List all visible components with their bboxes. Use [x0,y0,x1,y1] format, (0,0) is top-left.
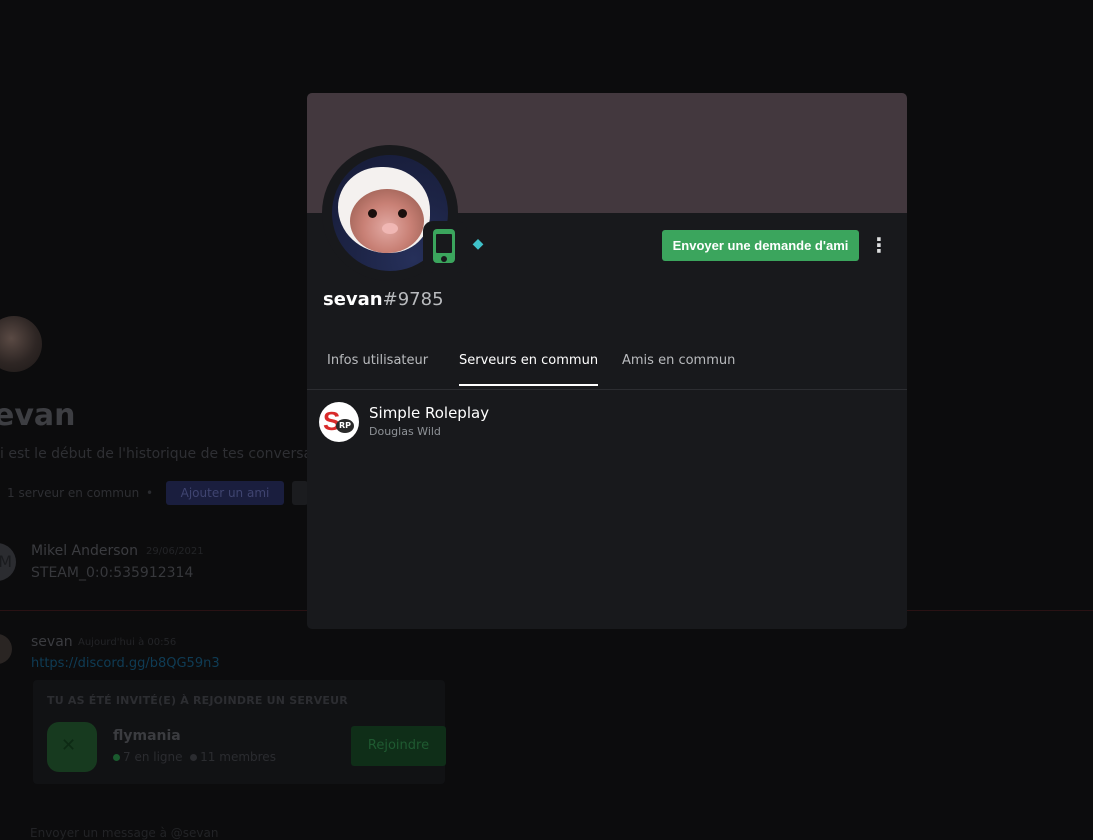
avatar-eye [398,209,407,218]
avatar-face [350,189,424,253]
members-dot-icon [190,754,198,761]
dm-user-avatar [0,316,42,372]
invite-member-count: 11 membres [200,750,276,764]
dm-intro-text: i est le début de l'historique de tes co… [0,446,331,462]
block-button[interactable] [292,481,308,505]
mutual-server-item[interactable]: S RP Simple Roleplay Douglas Wild [319,402,895,442]
message-author[interactable]: Mikel Anderson [31,543,138,559]
profile-tabs: Infos utilisateur Serveurs en commun Ami… [307,349,907,390]
message-avatar[interactable]: M [0,543,16,581]
sword-icon: ✕ [61,735,77,756]
invite-server-icon: ✕ [47,722,97,772]
message-author[interactable]: sevan [31,634,73,650]
invite-online-count: 7 en ligne [123,750,183,764]
invite-link[interactable]: https://discord.gg/b8QG59n3 [31,656,220,671]
avatar-nose [382,223,398,234]
username-text: sevan [323,289,383,310]
profile-username: sevan#9785 [323,289,444,310]
message-avatar[interactable] [0,634,12,664]
server-invite-card: TU AS ÉTÉ INVITÉ(E) À REJOINDRE UN SERVE… [33,680,446,784]
phone-icon [433,229,455,263]
tab-user-info[interactable]: Infos utilisateur [327,353,428,386]
server-name: Simple Roleplay [369,404,490,422]
server-nickname: Douglas Wild [369,425,441,438]
mutual-servers-link[interactable]: 1 serveur en commun [7,486,139,500]
message-timestamp: 29/06/2021 [146,546,204,557]
invite-server-name: flymania [113,728,181,744]
invite-server-stats: 7 en ligne 11 membres [113,750,276,764]
send-friend-request-button[interactable]: Envoyer une demande d'ami [662,230,859,261]
join-server-button[interactable]: Rejoindre [351,726,446,766]
meta-separator: • [146,486,154,500]
dm-title: evan [0,398,76,433]
message-timestamp: Aujourd'hui à 00:56 [78,637,177,648]
discriminator: #9785 [382,289,444,310]
server-icon-sub: RP [336,419,354,433]
hypesquad-badge-icon[interactable]: ◆ [470,236,486,252]
tab-mutual-servers[interactable]: Serveurs en commun [459,353,599,386]
online-dot-icon [113,754,120,761]
user-profile-modal: ◆ Envoyer une demande d'ami ⋮ sevan#9785… [307,93,907,629]
mobile-status-icon [423,221,467,273]
message-input-placeholder[interactable]: Envoyer un message à @sevan [30,826,219,840]
tab-mutual-friends[interactable]: Amis en commun [622,353,735,386]
more-options-icon[interactable]: ⋮ [869,230,889,261]
avatar-image-background [338,167,430,253]
profile-avatar [322,145,467,281]
add-friend-button[interactable]: Ajouter un ami [166,481,284,505]
invite-heading: TU AS ÉTÉ INVITÉ(E) À REJOINDRE UN SERVE… [47,694,348,707]
avatar-eye [368,209,377,218]
server-icon: S RP [319,402,359,442]
message-text: STEAM_0:0:535912314 [31,565,194,581]
